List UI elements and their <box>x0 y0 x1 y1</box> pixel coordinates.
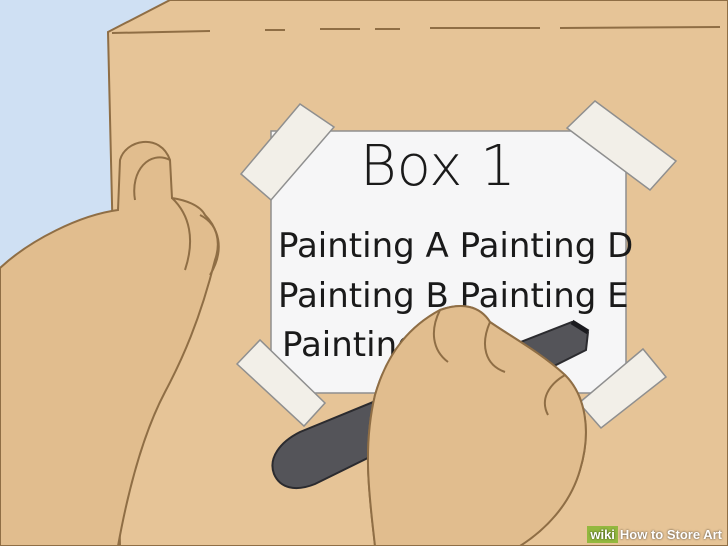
watermark-text: How to Store Art <box>619 527 722 542</box>
label-line-1: Painting A Painting D <box>278 226 634 266</box>
watermark-brand: wiki <box>587 526 618 543</box>
illustration-scene <box>0 0 728 546</box>
label-line-3: Painting <box>282 325 419 365</box>
label-line-2: Painting B Painting E <box>278 276 629 316</box>
wikihow-watermark: wiki How to Store Art <box>587 526 722 543</box>
box-label-title: Box 1 <box>360 134 516 199</box>
